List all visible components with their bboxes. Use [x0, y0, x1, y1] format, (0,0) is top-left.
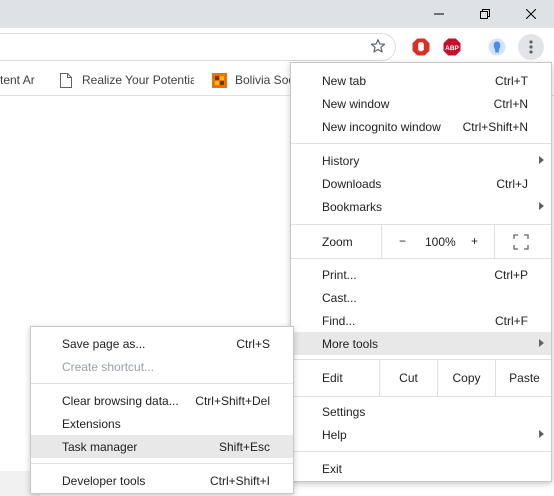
shortcut-label: Ctrl+F — [495, 313, 528, 328]
copy-button[interactable]: Copy — [437, 360, 495, 396]
bookmark-item[interactable]: tent Ar — [0, 72, 40, 88]
restore-icon — [480, 9, 490, 19]
shortcut-label: Ctrl+T — [495, 73, 528, 88]
menu-item-more-tools[interactable]: More tools — [291, 332, 551, 355]
menu-item-task-manager[interactable]: Task manager Shift+Esc — [31, 435, 293, 458]
menu-separator — [291, 143, 551, 144]
address-bar[interactable] — [0, 33, 396, 61]
zoom-controls: − 100% + — [381, 225, 495, 258]
shortcut-label: Ctrl+Shift+N — [462, 119, 528, 134]
bookmark-item[interactable]: Bolivia Soc — [212, 72, 299, 88]
zoom-level: 100% — [425, 235, 456, 249]
adblock-icon — [412, 38, 430, 56]
menu-separator — [31, 383, 293, 384]
menu-item-bookmarks[interactable]: Bookmarks — [291, 195, 551, 218]
paste-button[interactable]: Paste — [495, 360, 553, 396]
submenu-arrow-icon — [539, 430, 544, 438]
profile-icon — [488, 38, 506, 56]
menu-separator — [291, 396, 551, 397]
menu-item-print[interactable]: Print... Ctrl+P — [291, 263, 551, 286]
fullscreen-icon[interactable] — [513, 234, 529, 250]
bookmark-item[interactable]: Realize Your Potential — [60, 72, 194, 88]
svg-text:ABP: ABP — [445, 45, 459, 52]
shortcut-label: Shift+Esc — [218, 439, 270, 454]
adblock-extension-button[interactable] — [412, 38, 430, 56]
minimize-icon — [434, 13, 444, 15]
zoom-label: Zoom — [322, 235, 353, 249]
shortcut-label: Ctrl+N — [493, 96, 528, 111]
bookmark-star-button[interactable] — [368, 36, 388, 56]
menu-item-cast[interactable]: Cast... — [291, 286, 551, 309]
shortcut-label: Ctrl+Shift+I — [209, 473, 270, 488]
restore-button[interactable] — [462, 0, 508, 28]
menu-item-new-incognito-window[interactable]: New incognito window Ctrl+Shift+N — [291, 115, 551, 138]
menu-item-new-tab[interactable]: New tab Ctrl+T — [291, 69, 551, 92]
menu-item-new-window[interactable]: New window Ctrl+N — [291, 92, 551, 115]
menu-item-find[interactable]: Find... Ctrl+F — [291, 309, 551, 332]
menu-item-clear-browsing-data[interactable]: Clear browsing data... Ctrl+Shift+Del — [31, 389, 293, 412]
more-tools-submenu: Save page as... Ctrl+S Create shortcut..… — [30, 326, 294, 494]
zoom-in-button[interactable]: + — [471, 234, 478, 248]
menu-item-history[interactable]: History — [291, 149, 551, 172]
profile-button[interactable] — [488, 38, 506, 56]
shortcut-label: Ctrl+J — [496, 176, 528, 191]
toolbar: ABP — [0, 28, 554, 64]
menu-item-downloads[interactable]: Downloads Ctrl+J — [291, 172, 551, 195]
menu-item-settings[interactable]: Settings — [291, 400, 551, 423]
chrome-menu-button[interactable] — [518, 34, 544, 60]
page-icon — [60, 72, 72, 88]
menu-item-extensions[interactable]: Extensions — [31, 412, 293, 435]
bookmark-label: tent Ar — [0, 73, 35, 87]
site-favicon-icon — [212, 72, 227, 88]
abp-extension-button[interactable]: ABP — [443, 38, 461, 56]
submenu-arrow-icon — [539, 202, 544, 210]
menu-separator — [31, 463, 293, 464]
star-icon — [370, 39, 386, 53]
shortcut-label: Ctrl+P — [494, 267, 528, 282]
menu-item-exit[interactable]: Exit — [291, 457, 551, 480]
zoom-row: Zoom − 100% + — [291, 225, 551, 258]
more-vert-icon — [529, 40, 533, 54]
menu-separator — [291, 258, 551, 259]
close-icon — [526, 9, 536, 19]
abp-icon: ABP — [443, 38, 461, 56]
chrome-main-menu: New tab Ctrl+T New window Ctrl+N New inc… — [290, 62, 552, 482]
edit-label: Edit — [322, 371, 343, 385]
submenu-arrow-icon — [539, 156, 544, 164]
menu-separator — [291, 451, 551, 452]
submenu-arrow-icon — [539, 339, 544, 347]
title-bar — [0, 0, 554, 28]
menu-item-save-page-as[interactable]: Save page as... Ctrl+S — [31, 332, 293, 355]
shortcut-label: Ctrl+Shift+Del — [195, 393, 270, 408]
edit-row: Edit Cut Copy Paste — [291, 360, 551, 396]
zoom-out-button[interactable]: − — [399, 234, 406, 248]
cut-button[interactable]: Cut — [379, 360, 437, 396]
menu-item-help[interactable]: Help — [291, 423, 551, 446]
menu-item-developer-tools[interactable]: Developer tools Ctrl+Shift+I — [31, 469, 293, 492]
menu-item-create-shortcut: Create shortcut... — [62, 359, 155, 374]
minimize-button[interactable] — [416, 0, 462, 28]
bookmark-label: Realize Your Potential — [82, 73, 194, 87]
close-button[interactable] — [508, 0, 554, 28]
shortcut-label: Ctrl+S — [236, 336, 270, 351]
